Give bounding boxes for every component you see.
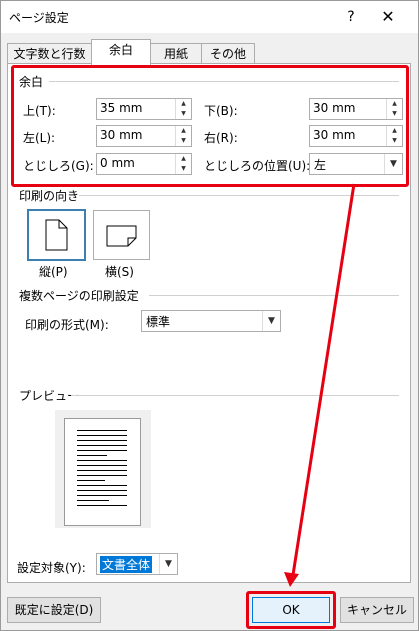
tab-margins[interactable]: 余白 (91, 39, 151, 65)
page-setup-dialog: ページ設定 ? ✕ 文字数と行数 余白 用紙 その他 .tab{top:42px… (0, 0, 419, 631)
annotation-arrow (284, 183, 356, 587)
